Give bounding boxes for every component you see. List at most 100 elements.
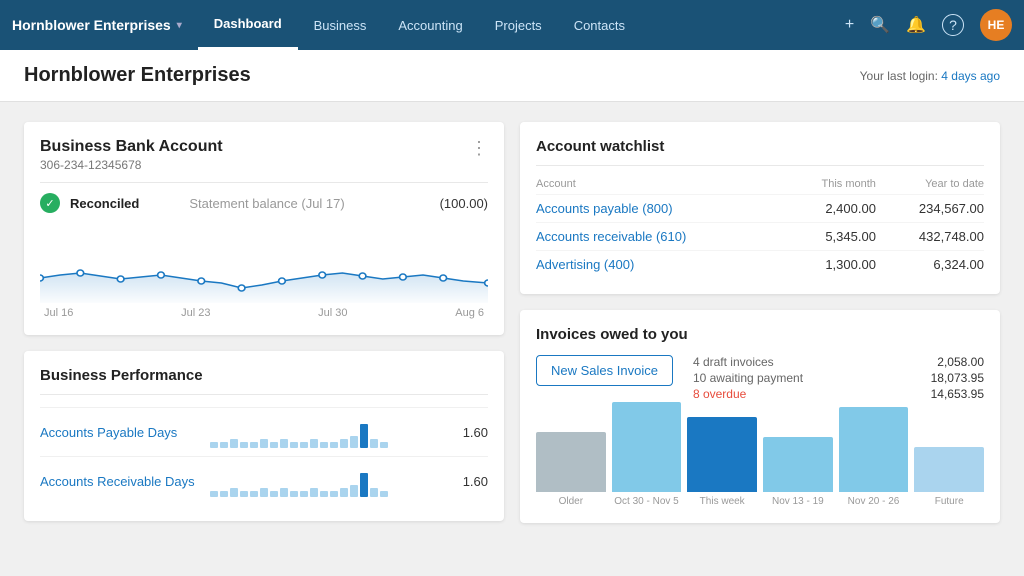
bar: [914, 447, 984, 492]
perf-bar: [380, 442, 388, 448]
watchlist-col-header: Year to date: [876, 174, 984, 195]
search-icon[interactable]: 🔍: [870, 15, 890, 35]
watchlist-account[interactable]: Advertising (400): [536, 251, 786, 279]
bar-col: Nov 20 - 26: [839, 407, 909, 507]
watchlist-amount: 6,324.00: [876, 251, 984, 279]
statement-label: Statement balance (Jul 17): [189, 196, 344, 211]
invoices-bar-chart: OlderOct 30 - Nov 5This weekNov 13 - 19N…: [536, 417, 984, 507]
right-column: Account watchlist AccountThis monthYear …: [520, 122, 1000, 523]
bar-col: Future: [914, 447, 984, 507]
perf-bar: [230, 488, 238, 497]
bank-account-card: Business Bank Account 306-234-12345678 ⋮…: [24, 122, 504, 335]
invoice-stat-label: 4 draft invoices: [693, 355, 774, 369]
nav-link-accounting[interactable]: Accounting: [382, 0, 478, 50]
chart-label: Jul 30: [318, 307, 347, 319]
perf-bar: [350, 485, 358, 497]
new-invoice-button[interactable]: New Sales Invoice: [536, 355, 673, 386]
bar: [536, 432, 606, 492]
perf-bar: [250, 491, 258, 497]
watchlist-row: Accounts payable (800)2,400.00234,567.00: [536, 195, 984, 223]
nav-brand[interactable]: Hornblower Enterprises ▾: [12, 17, 198, 33]
perf-bar: [210, 491, 218, 497]
watchlist-row: Accounts receivable (610)5,345.00432,748…: [536, 223, 984, 251]
left-column: Business Bank Account 306-234-12345678 ⋮…: [24, 122, 504, 523]
watchlist-card: Account watchlist AccountThis monthYear …: [520, 122, 1000, 294]
help-icon[interactable]: ?: [942, 14, 964, 36]
bank-card-title: Business Bank Account: [40, 138, 223, 156]
perf-bar: [240, 442, 248, 448]
watchlist-amount: 2,400.00: [786, 195, 876, 223]
nav-link-contacts[interactable]: Contacts: [558, 0, 641, 50]
watchlist-row: Advertising (400)1,300.006,324.00: [536, 251, 984, 279]
perf-bar: [240, 491, 248, 497]
watchlist-table: AccountThis monthYear to date Accounts p…: [536, 174, 984, 278]
page-header: Hornblower Enterprises Your last login: …: [0, 50, 1024, 102]
watchlist-account[interactable]: Accounts payable (800): [536, 195, 786, 223]
perf-bar: [280, 488, 288, 497]
nav-link-business[interactable]: Business: [298, 0, 383, 50]
invoice-stat-amount: 14,653.95: [931, 387, 984, 401]
bar: [839, 407, 909, 492]
perf-bar-area: [210, 465, 438, 497]
nav-link-dashboard[interactable]: Dashboard: [198, 0, 298, 50]
perf-bar: [350, 436, 358, 448]
perf-bar: [210, 442, 218, 448]
add-icon[interactable]: +: [845, 16, 854, 34]
perf-bar: [270, 491, 278, 497]
invoices-top: New Sales Invoice 4 draft invoices2,058.…: [536, 355, 984, 401]
perf-bar: [290, 491, 298, 497]
invoice-stat-amount: 18,073.95: [931, 371, 984, 385]
bank-chart-area: [40, 223, 488, 303]
reconcile-badge: ✓: [40, 193, 60, 213]
perf-row-label[interactable]: Accounts Receivable Days: [40, 474, 200, 489]
business-performance-card: Business Performance Accounts Payable Da…: [24, 351, 504, 521]
perf-bar: [320, 491, 328, 497]
bar: [612, 402, 682, 492]
last-login-link[interactable]: 4 days ago: [941, 69, 1000, 83]
bar-col: This week: [687, 417, 757, 507]
perf-bar: [330, 491, 338, 497]
perf-bar: [250, 442, 258, 448]
watchlist-col-header: Account: [536, 174, 786, 195]
bank-card-menu-icon[interactable]: ⋮: [470, 138, 488, 159]
watchlist-amount: 432,748.00: [876, 223, 984, 251]
perf-row: Accounts Payable Days 1.60: [40, 407, 488, 456]
nav-link-projects[interactable]: Projects: [479, 0, 558, 50]
perf-row-label[interactable]: Accounts Payable Days: [40, 425, 200, 440]
page-title: Hornblower Enterprises: [24, 64, 251, 87]
perf-bar: [320, 442, 328, 448]
watchlist-account[interactable]: Accounts receivable (610): [536, 223, 786, 251]
perf-row-value: 1.60: [448, 474, 488, 489]
brand-chevron: ▾: [177, 20, 182, 31]
perf-bar: [310, 439, 318, 448]
nav-actions: + 🔍 🔔 ? HE: [845, 9, 1012, 41]
watchlist-amount: 5,345.00: [786, 223, 876, 251]
bar: [763, 437, 833, 492]
perf-bar: [340, 439, 348, 448]
perf-bar: [290, 442, 298, 448]
chart-label: Jul 23: [181, 307, 210, 319]
bar: [687, 417, 757, 492]
invoice-stat-label: 8 overdue: [693, 387, 746, 401]
perf-bar: [360, 424, 368, 448]
bar-label: Nov 20 - 26: [848, 496, 900, 507]
bell-icon[interactable]: 🔔: [906, 15, 926, 35]
perf-row-value: 1.60: [448, 425, 488, 440]
perf-bar: [260, 488, 268, 497]
user-avatar[interactable]: HE: [980, 9, 1012, 41]
perf-bar: [270, 442, 278, 448]
bar-col: Older: [536, 432, 606, 507]
bar-label: Older: [559, 496, 583, 507]
watchlist-amount: 234,567.00: [876, 195, 984, 223]
bar-col: Nov 13 - 19: [763, 437, 833, 507]
perf-bar: [310, 488, 318, 497]
perf-title: Business Performance: [40, 367, 488, 384]
perf-bar: [370, 488, 378, 497]
perf-bar: [330, 442, 338, 448]
watchlist-col-header: This month: [786, 174, 876, 195]
perf-row: Accounts Receivable Days 1.60: [40, 456, 488, 505]
perf-bar: [370, 439, 378, 448]
chart-label: Jul 16: [44, 307, 73, 319]
perf-bar-area: [210, 416, 438, 448]
watchlist-amount: 1,300.00: [786, 251, 876, 279]
